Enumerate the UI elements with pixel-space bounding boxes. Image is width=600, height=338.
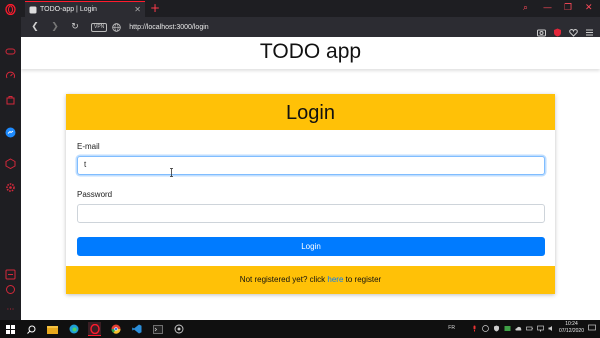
system-tray: FR 10:24 07/12/2020 (448, 321, 596, 335)
speed-icon[interactable] (4, 69, 17, 82)
windows-start-icon[interactable] (4, 323, 17, 336)
chrome-icon[interactable] (109, 323, 122, 336)
minimize-icon[interactable]: — (543, 3, 552, 13)
gpu-icon[interactable] (504, 325, 511, 332)
volume-icon[interactable] (548, 325, 555, 332)
edge-icon[interactable] (67, 323, 80, 336)
easy-setup-icon[interactable] (585, 22, 594, 36)
heart-icon[interactable] (569, 22, 578, 37)
cube-icon[interactable] (4, 157, 17, 170)
tab-favicon-icon (29, 6, 37, 13)
search-tabs-icon[interactable]: ⌕ (523, 3, 528, 13)
register-link[interactable]: here (327, 275, 343, 284)
restore-icon[interactable]: ❐ (564, 3, 572, 13)
url-field[interactable]: http://localhost:3000/login (129, 24, 208, 31)
terminal-icon[interactable] (151, 323, 164, 336)
tab-todo-login[interactable]: TODO-app | Login ✕ (25, 1, 145, 17)
language-indicator[interactable]: FR (448, 325, 455, 331)
windows-taskbar: FR 10:24 07/12/2020 (0, 320, 600, 338)
globe-icon (112, 22, 121, 32)
bag-icon[interactable] (4, 93, 17, 106)
opera-sidebar: ··· (0, 0, 22, 320)
player-icon[interactable] (4, 283, 17, 296)
email-field[interactable]: t (77, 156, 545, 175)
battery-icon[interactable] (526, 325, 533, 332)
vscode-icon[interactable] (130, 323, 143, 336)
camera-icon[interactable] (537, 22, 546, 37)
clock-time: 10:24 (565, 321, 578, 327)
login-title: Login (66, 94, 555, 130)
close-tab-icon[interactable]: ✕ (134, 5, 141, 14)
settings-icon[interactable] (4, 181, 17, 194)
vpn-badge[interactable]: VPN (91, 22, 108, 32)
security-icon[interactable] (493, 325, 500, 332)
close-window-icon[interactable]: ✕ (585, 3, 593, 13)
help-icon[interactable] (482, 324, 489, 332)
login-button[interactable]: Login (77, 237, 545, 256)
app-icon[interactable] (172, 323, 185, 336)
more-icon[interactable]: ··· (4, 303, 17, 316)
messenger-icon[interactable] (4, 126, 17, 139)
reload-icon[interactable]: ↻ (69, 22, 81, 32)
tab-strip: TODO-app | Login ✕ + ⌕ — ❐ ✕ (21, 0, 600, 17)
tab-title: TODO-app | Login (40, 6, 97, 13)
search-icon[interactable] (25, 323, 38, 336)
network-icon[interactable] (537, 325, 544, 332)
clock-date: 07/12/2020 (558, 328, 584, 334)
history-icon[interactable] (4, 268, 17, 281)
password-label: Password (77, 190, 113, 199)
forward-icon[interactable]: ❯ (49, 22, 61, 32)
text-cursor-icon (170, 168, 173, 177)
login-card: Login E-mail t Password Login Not regist… (66, 94, 555, 294)
page-viewport: TODO app Login E-mail t Password Login N… (21, 37, 600, 320)
gamepad-icon[interactable] (4, 45, 17, 58)
password-field[interactable] (77, 204, 545, 223)
address-bar: ❮ ❯ ↻ VPN http://localhost:3000/login (21, 17, 600, 37)
file-explorer-icon[interactable] (46, 323, 59, 336)
opera-logo-icon[interactable] (4, 3, 17, 16)
register-prompt-suffix: to register (343, 275, 382, 284)
mic-icon[interactable] (471, 325, 478, 332)
notifications-icon[interactable] (588, 324, 596, 332)
email-label: E-mail (77, 142, 100, 151)
clock[interactable]: 10:24 07/12/2020 (559, 321, 584, 335)
app-title: TODO app (259, 40, 362, 63)
register-prompt-prefix: Not registered yet? click (239, 275, 328, 284)
new-tab-icon[interactable]: + (150, 1, 160, 15)
cloud-icon[interactable] (515, 325, 522, 332)
opera-icon[interactable] (88, 322, 101, 336)
back-icon[interactable]: ❮ (29, 22, 41, 32)
app-header: TODO app (21, 37, 600, 69)
adblock-shield-icon[interactable] (553, 22, 562, 37)
register-prompt: Not registered yet? click here to regist… (66, 266, 555, 294)
